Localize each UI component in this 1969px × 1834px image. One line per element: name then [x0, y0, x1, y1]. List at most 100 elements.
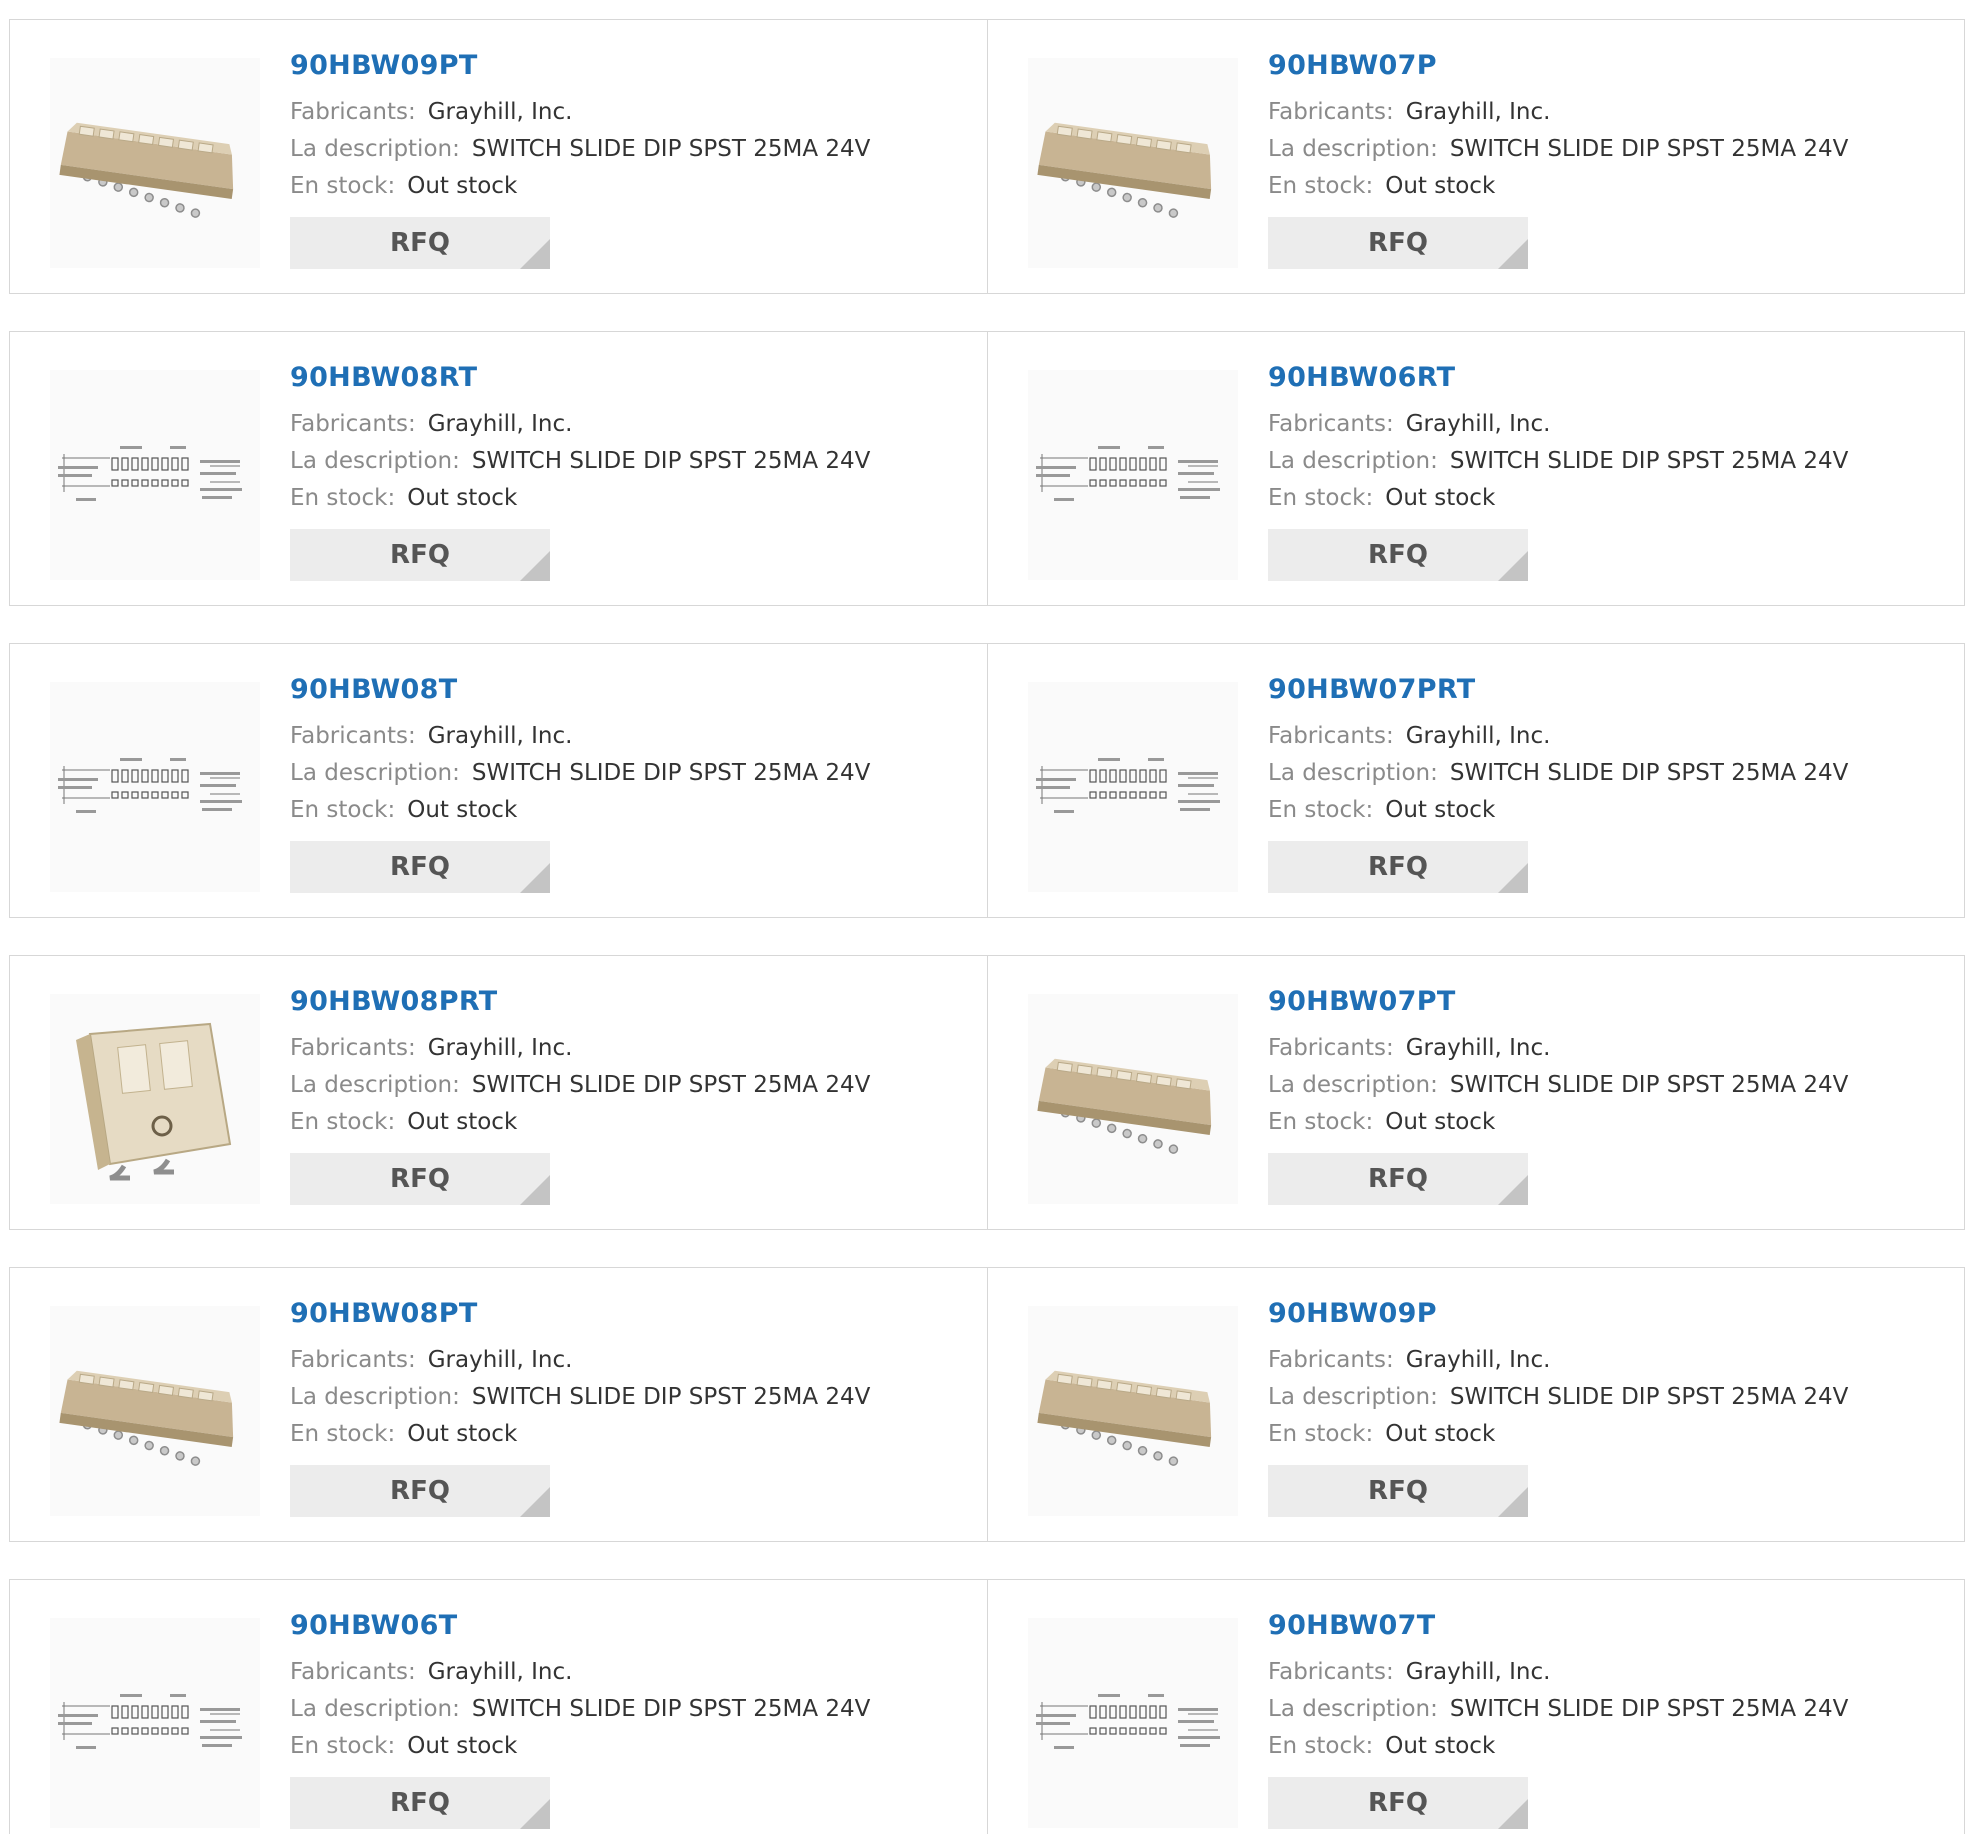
- rfq-button[interactable]: RFQ: [290, 1777, 550, 1829]
- stock-label: En stock:: [290, 173, 396, 199]
- product-image[interactable]: [1028, 994, 1238, 1204]
- part-number-link[interactable]: 90HBW08T: [290, 672, 870, 708]
- product-card: 90HBW09P Fabricants: Grayhill, Inc. La desc…: [987, 1268, 1964, 1541]
- product-row: 90HBW08PT Fabricants: Grayhill, Inc. La des…: [9, 1267, 1965, 1542]
- rfq-button[interactable]: RFQ: [1268, 217, 1528, 269]
- description-label: La description:: [290, 1696, 460, 1722]
- product-image[interactable]: [1028, 1306, 1238, 1516]
- rfq-button[interactable]: RFQ: [1268, 1465, 1528, 1517]
- corner-triangle-icon: [520, 1799, 550, 1829]
- stock-label: En stock:: [1268, 1733, 1374, 1759]
- stock-line: En stock: Out stock: [1268, 1416, 1848, 1453]
- manufacturer-line: Fabricants: Grayhill, Inc.: [1268, 1030, 1848, 1067]
- rfq-button[interactable]: RFQ: [290, 841, 550, 893]
- rfq-button-label: RFQ: [390, 852, 450, 882]
- description-label: La description:: [290, 448, 460, 474]
- product-info: 90HBW08PT Fabricants: Grayhill, Inc. La des…: [290, 1296, 870, 1517]
- stock-value: Out stock: [1385, 797, 1496, 823]
- product-image[interactable]: [50, 1306, 260, 1516]
- description-line: La description: SWITCH SLIDE DIP SPST 25M…: [290, 1067, 870, 1104]
- stock-value: Out stock: [1385, 1733, 1496, 1759]
- rfq-button[interactable]: RFQ: [1268, 1777, 1528, 1829]
- product-image[interactable]: [50, 682, 260, 892]
- stock-line: En stock: Out stock: [1268, 1104, 1848, 1141]
- product-info: 90HBW06RT Fabricants: Grayhill, Inc. La des…: [1268, 360, 1848, 581]
- stock-line: En stock: Out stock: [1268, 792, 1848, 829]
- rfq-button[interactable]: RFQ: [1268, 841, 1528, 893]
- rfq-button-label: RFQ: [390, 540, 450, 570]
- rfq-button-label: RFQ: [1368, 1788, 1428, 1818]
- manufacturer-value: Grayhill, Inc.: [427, 1347, 573, 1373]
- product-image[interactable]: [50, 58, 260, 268]
- part-number-link[interactable]: 90HBW07PT: [1268, 984, 1848, 1020]
- description-line: La description: SWITCH SLIDE DIP SPST 25M…: [1268, 1379, 1848, 1416]
- description-value: SWITCH SLIDE DIP SPST 25MA 24V: [471, 1696, 871, 1722]
- part-number-link[interactable]: 90HBW06T: [290, 1608, 870, 1644]
- manufacturer-line: Fabricants: Grayhill, Inc.: [1268, 1654, 1848, 1691]
- rfq-button[interactable]: RFQ: [290, 529, 550, 581]
- manufacturer-label: Fabricants:: [1268, 723, 1394, 749]
- manufacturer-value: Grayhill, Inc.: [427, 1659, 573, 1685]
- part-number-link[interactable]: 90HBW08PRT: [290, 984, 870, 1020]
- manufacturer-value: Grayhill, Inc.: [427, 1035, 573, 1061]
- rfq-button[interactable]: RFQ: [290, 1465, 550, 1517]
- corner-triangle-icon: [520, 239, 550, 269]
- stock-value: Out stock: [1385, 1421, 1496, 1447]
- stock-label: En stock:: [1268, 1421, 1374, 1447]
- description-value: SWITCH SLIDE DIP SPST 25MA 24V: [1449, 448, 1849, 474]
- manufacturer-label: Fabricants:: [290, 1035, 416, 1061]
- corner-triangle-icon: [520, 1175, 550, 1205]
- description-value: SWITCH SLIDE DIP SPST 25MA 24V: [471, 1072, 871, 1098]
- part-number-link[interactable]: 90HBW08RT: [290, 360, 870, 396]
- rfq-button[interactable]: RFQ: [290, 1153, 550, 1205]
- rfq-button-label: RFQ: [390, 1788, 450, 1818]
- description-line: La description: SWITCH SLIDE DIP SPST 25M…: [1268, 755, 1848, 792]
- manufacturer-value: Grayhill, Inc.: [1405, 99, 1551, 125]
- manufacturer-value: Grayhill, Inc.: [427, 723, 573, 749]
- part-number-link[interactable]: 90HBW07PRT: [1268, 672, 1848, 708]
- product-card: 90HBW08T Fabricants: Grayhill, Inc. La desc…: [10, 644, 987, 917]
- manufacturer-line: Fabricants: Grayhill, Inc.: [1268, 718, 1848, 755]
- stock-line: En stock: Out stock: [290, 1728, 870, 1765]
- part-number-link[interactable]: 90HBW07T: [1268, 1608, 1848, 1644]
- description-label: La description:: [1268, 760, 1438, 786]
- manufacturer-value: Grayhill, Inc.: [1405, 1347, 1551, 1373]
- description-label: La description:: [290, 760, 460, 786]
- description-value: SWITCH SLIDE DIP SPST 25MA 24V: [471, 136, 871, 162]
- product-image[interactable]: [50, 994, 260, 1204]
- product-image[interactable]: [1028, 682, 1238, 892]
- corner-triangle-icon: [1498, 1175, 1528, 1205]
- part-number-link[interactable]: 90HBW09PT: [290, 48, 870, 84]
- product-card: 90HBW08PRT Fabricants: Grayhill, Inc. La de…: [10, 956, 987, 1229]
- corner-triangle-icon: [520, 863, 550, 893]
- stock-line: En stock: Out stock: [290, 1416, 870, 1453]
- description-label: La description:: [290, 136, 460, 162]
- product-image[interactable]: [50, 370, 260, 580]
- part-number-link[interactable]: 90HBW06RT: [1268, 360, 1848, 396]
- manufacturer-label: Fabricants:: [290, 1347, 416, 1373]
- manufacturer-label: Fabricants:: [290, 1659, 416, 1685]
- stock-label: En stock:: [1268, 485, 1374, 511]
- manufacturer-line: Fabricants: Grayhill, Inc.: [1268, 94, 1848, 131]
- part-number-link[interactable]: 90HBW09P: [1268, 1296, 1848, 1332]
- description-value: SWITCH SLIDE DIP SPST 25MA 24V: [1449, 1072, 1849, 1098]
- description-value: SWITCH SLIDE DIP SPST 25MA 24V: [1449, 760, 1849, 786]
- manufacturer-label: Fabricants:: [1268, 1659, 1394, 1685]
- product-image[interactable]: [1028, 58, 1238, 268]
- product-image[interactable]: [1028, 1618, 1238, 1828]
- product-card: 90HBW08RT Fabricants: Grayhill, Inc. La des…: [10, 332, 987, 605]
- part-number-link[interactable]: 90HBW08PT: [290, 1296, 870, 1332]
- stock-value: Out stock: [407, 485, 518, 511]
- rfq-button[interactable]: RFQ: [290, 217, 550, 269]
- product-info: 90HBW07PT Fabricants: Grayhill, Inc. La des…: [1268, 984, 1848, 1205]
- description-line: La description: SWITCH SLIDE DIP SPST 25M…: [290, 131, 870, 168]
- rfq-button[interactable]: RFQ: [1268, 1153, 1528, 1205]
- part-number-link[interactable]: 90HBW07P: [1268, 48, 1848, 84]
- rfq-button[interactable]: RFQ: [1268, 529, 1528, 581]
- product-image[interactable]: [50, 1618, 260, 1828]
- description-line: La description: SWITCH SLIDE DIP SPST 25M…: [1268, 1691, 1848, 1728]
- corner-triangle-icon: [1498, 239, 1528, 269]
- product-info: 90HBW08T Fabricants: Grayhill, Inc. La desc…: [290, 672, 870, 893]
- rfq-button-label: RFQ: [390, 1164, 450, 1194]
- product-image[interactable]: [1028, 370, 1238, 580]
